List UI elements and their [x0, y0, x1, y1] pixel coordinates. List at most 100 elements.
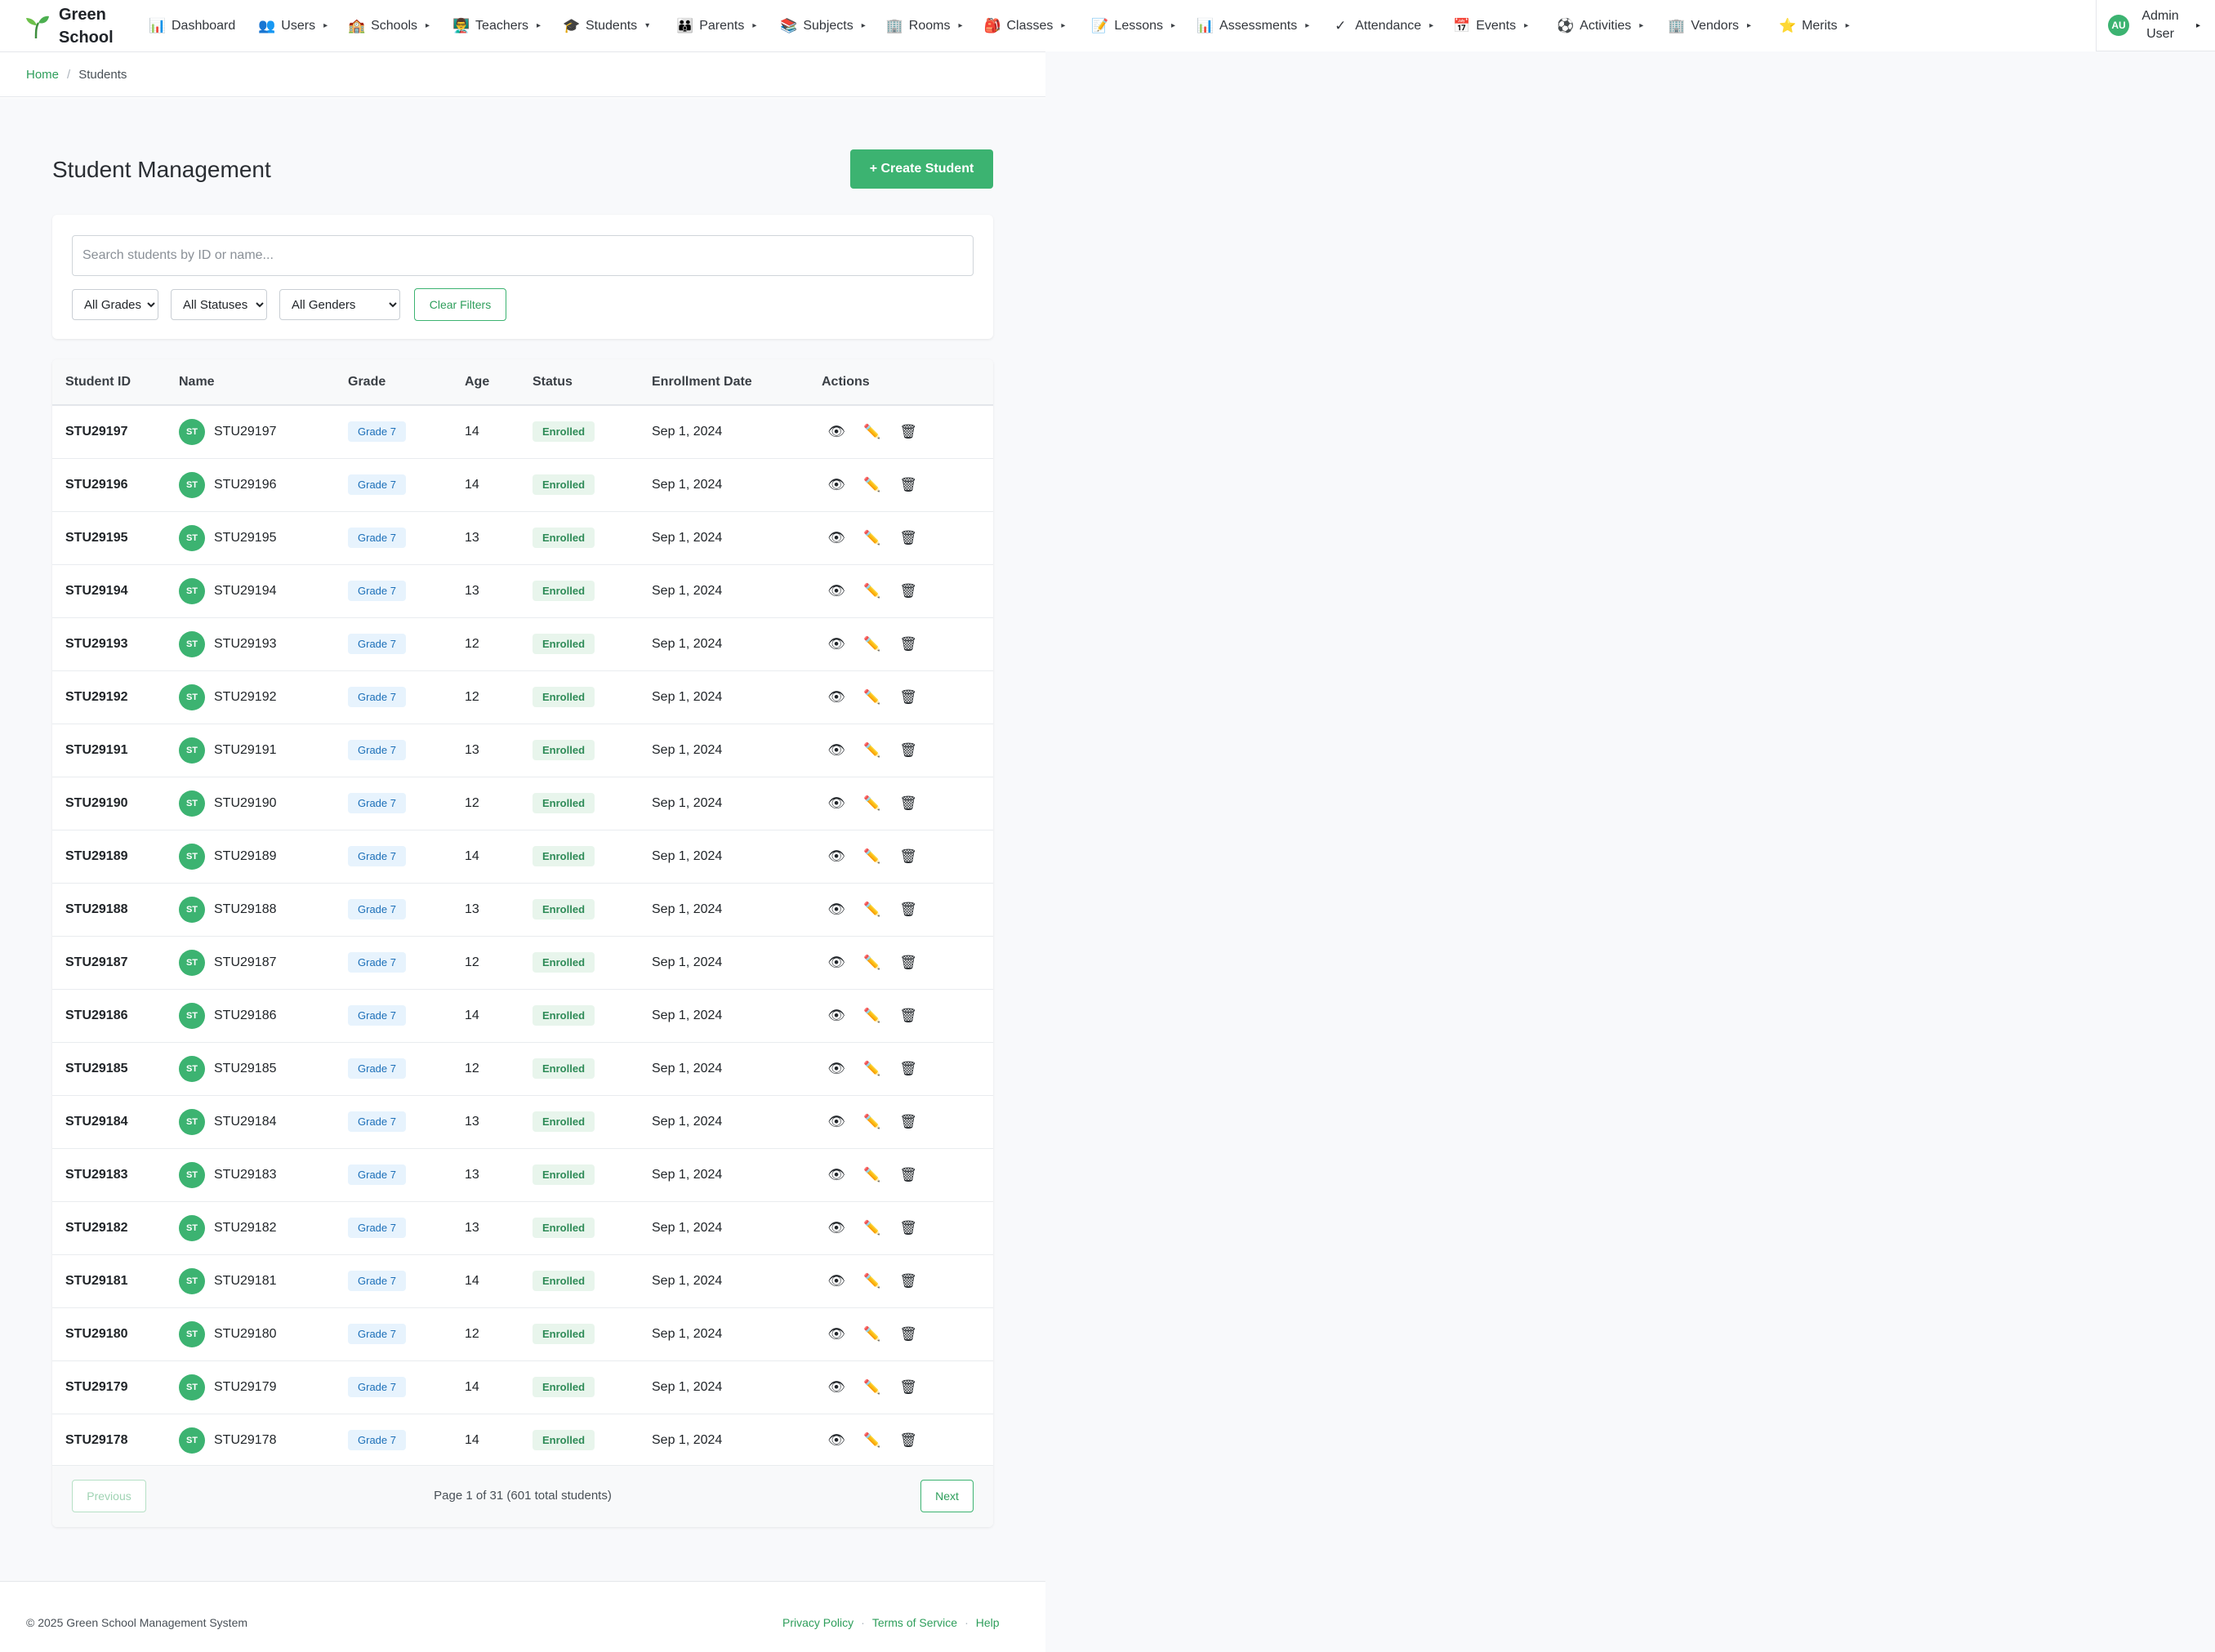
view-eye-icon[interactable]: 👁 [827, 581, 846, 601]
table-row[interactable]: STU29181 ST STU29181 Grade 7 14 Enrolled Sep 1… [52, 1254, 993, 1308]
delete-trash-icon[interactable]: 🗑 [898, 635, 918, 654]
delete-trash-icon[interactable]: 🗑 [898, 953, 918, 973]
view-eye-icon[interactable]: 👁 [827, 1218, 846, 1238]
table-row[interactable]: STU29178 ST STU29178 Grade 7 14 Enrolled Sep 1… [52, 1414, 993, 1467]
delete-trash-icon[interactable]: 🗑 [898, 741, 918, 760]
view-eye-icon[interactable]: 👁 [827, 794, 846, 813]
next-page-button[interactable]: Next [920, 1480, 974, 1512]
delete-trash-icon[interactable]: 🗑 [898, 1006, 918, 1026]
edit-pencil-icon[interactable]: ✏️ [862, 1059, 882, 1079]
nav-item-events[interactable]: 📅 Events ▸ [1453, 0, 1528, 51]
delete-trash-icon[interactable]: 🗑 [898, 1378, 918, 1397]
table-row[interactable]: STU29184 ST STU29184 Grade 7 13 Enrolled Sep 1… [52, 1095, 993, 1149]
edit-pencil-icon[interactable]: ✏️ [862, 475, 882, 495]
view-eye-icon[interactable]: 👁 [827, 1325, 846, 1344]
delete-trash-icon[interactable]: 🗑 [898, 688, 918, 707]
nav-item-dashboard[interactable]: 📊 Dashboard [149, 0, 235, 51]
nav-item-subjects[interactable]: 📚 Subjects ▸ [780, 0, 865, 51]
terms-of-service-link[interactable]: Terms of Service [872, 1616, 957, 1629]
view-eye-icon[interactable]: 👁 [827, 847, 846, 866]
view-eye-icon[interactable]: 👁 [827, 1006, 846, 1026]
edit-pencil-icon[interactable]: ✏️ [862, 1165, 882, 1185]
edit-pencil-icon[interactable]: ✏️ [862, 528, 882, 548]
nav-item-teachers[interactable]: 👨‍🏫 Teachers ▸ [452, 0, 541, 51]
nav-item-activities[interactable]: ⚽ Activities ▸ [1557, 0, 1643, 51]
nav-item-schools[interactable]: 🏫 Schools ▸ [348, 0, 430, 51]
nav-item-students[interactable]: 🎓 Students ▾ [563, 0, 649, 51]
gender-filter-select[interactable]: All Genders [279, 289, 400, 320]
view-eye-icon[interactable]: 👁 [827, 1112, 846, 1132]
delete-trash-icon[interactable]: 🗑 [898, 475, 918, 495]
nav-item-rooms[interactable]: 🏢 Rooms ▸ [886, 0, 963, 51]
view-eye-icon[interactable]: 👁 [827, 900, 846, 920]
delete-trash-icon[interactable]: 🗑 [898, 847, 918, 866]
view-eye-icon[interactable]: 👁 [827, 422, 846, 442]
delete-trash-icon[interactable]: 🗑 [898, 581, 918, 601]
edit-pencil-icon[interactable]: ✏️ [862, 794, 882, 813]
delete-trash-icon[interactable]: 🗑 [898, 900, 918, 920]
create-student-button[interactable]: + Create Student [850, 149, 993, 189]
table-row[interactable]: STU29185 ST STU29185 Grade 7 12 Enrolled Sep 1… [52, 1042, 993, 1096]
table-row[interactable]: STU29186 ST STU29186 Grade 7 14 Enrolled Sep 1… [52, 989, 993, 1043]
edit-pencil-icon[interactable]: ✏️ [862, 1431, 882, 1450]
edit-pencil-icon[interactable]: ✏️ [862, 635, 882, 654]
clear-filters-button[interactable]: Clear Filters [414, 288, 506, 321]
view-eye-icon[interactable]: 👁 [827, 1431, 846, 1450]
delete-trash-icon[interactable]: 🗑 [898, 1431, 918, 1450]
edit-pencil-icon[interactable]: ✏️ [862, 581, 882, 601]
brand-logo[interactable]: Green School [23, 3, 145, 49]
nav-item-parents[interactable]: 👪 Parents ▸ [676, 0, 756, 51]
help-link[interactable]: Help [976, 1616, 1000, 1629]
table-row[interactable]: STU29182 ST STU29182 Grade 7 13 Enrolled Sep 1… [52, 1201, 993, 1255]
table-row[interactable]: STU29190 ST STU29190 Grade 7 12 Enrolled Sep 1… [52, 777, 993, 830]
view-eye-icon[interactable]: 👁 [827, 528, 846, 548]
view-eye-icon[interactable]: 👁 [827, 688, 846, 707]
delete-trash-icon[interactable]: 🗑 [898, 1165, 918, 1185]
delete-trash-icon[interactable]: 🗑 [898, 1059, 918, 1079]
delete-trash-icon[interactable]: 🗑 [898, 1218, 918, 1238]
edit-pencil-icon[interactable]: ✏️ [862, 741, 882, 760]
delete-trash-icon[interactable]: 🗑 [898, 794, 918, 813]
delete-trash-icon[interactable]: 🗑 [898, 1112, 918, 1132]
edit-pencil-icon[interactable]: ✏️ [862, 847, 882, 866]
view-eye-icon[interactable]: 👁 [827, 1271, 846, 1291]
edit-pencil-icon[interactable]: ✏️ [862, 1218, 882, 1238]
nav-item-classes[interactable]: 🎒 Classes ▸ [983, 0, 1065, 51]
table-row[interactable]: STU29191 ST STU29191 Grade 7 13 Enrolled Sep 1… [52, 724, 993, 777]
nav-item-assessments[interactable]: 📊 Assessments ▸ [1197, 0, 1309, 51]
nav-item-merits[interactable]: ⭐ Merits ▸ [1779, 0, 1850, 51]
privacy-policy-link[interactable]: Privacy Policy [782, 1616, 853, 1629]
table-row[interactable]: STU29192 ST STU29192 Grade 7 12 Enrolled Sep 1… [52, 670, 993, 724]
view-eye-icon[interactable]: 👁 [827, 1378, 846, 1397]
table-row[interactable]: STU29180 ST STU29180 Grade 7 12 Enrolled Sep 1… [52, 1307, 993, 1361]
edit-pencil-icon[interactable]: ✏️ [862, 1325, 882, 1344]
edit-pencil-icon[interactable]: ✏️ [862, 1112, 882, 1132]
nav-item-vendors[interactable]: 🏢 Vendors ▸ [1668, 0, 1751, 51]
table-row[interactable]: STU29189 ST STU29189 Grade 7 14 Enrolled Sep 1… [52, 830, 993, 884]
view-eye-icon[interactable]: 👁 [827, 635, 846, 654]
view-eye-icon[interactable]: 👁 [827, 953, 846, 973]
delete-trash-icon[interactable]: 🗑 [898, 1271, 918, 1291]
edit-pencil-icon[interactable]: ✏️ [862, 900, 882, 920]
table-row[interactable]: STU29183 ST STU29183 Grade 7 13 Enrolled Sep 1… [52, 1148, 993, 1202]
edit-pencil-icon[interactable]: ✏️ [862, 1271, 882, 1291]
status-filter-select[interactable]: All Statuses [171, 289, 267, 320]
table-row[interactable]: STU29196 ST STU29196 Grade 7 14 Enrolled Sep 1… [52, 458, 993, 512]
edit-pencil-icon[interactable]: ✏️ [862, 1006, 882, 1026]
delete-trash-icon[interactable]: 🗑 [898, 1325, 918, 1344]
nav-item-lessons[interactable]: 📝 Lessons ▸ [1091, 0, 1175, 51]
table-row[interactable]: STU29193 ST STU29193 Grade 7 12 Enrolled Sep 1… [52, 617, 993, 671]
view-eye-icon[interactable]: 👁 [827, 1165, 846, 1185]
user-menu[interactable]: AU Admin User ▸ [2096, 0, 2215, 51]
view-eye-icon[interactable]: 👁 [827, 475, 846, 495]
nav-item-users[interactable]: 👥 Users ▸ [258, 0, 328, 51]
delete-trash-icon[interactable]: 🗑 [898, 422, 918, 442]
edit-pencil-icon[interactable]: ✏️ [862, 1378, 882, 1397]
view-eye-icon[interactable]: 👁 [827, 741, 846, 760]
table-row[interactable]: STU29188 ST STU29188 Grade 7 13 Enrolled Sep 1… [52, 883, 993, 937]
table-row[interactable]: STU29179 ST STU29179 Grade 7 14 Enrolled Sep 1… [52, 1360, 993, 1414]
table-row[interactable]: STU29194 ST STU29194 Grade 7 13 Enrolled Sep 1… [52, 564, 993, 618]
edit-pencil-icon[interactable]: ✏️ [862, 953, 882, 973]
breadcrumb-home-link[interactable]: Home [26, 68, 59, 82]
table-row[interactable]: STU29197 ST STU29197 Grade 7 14 Enrolled Sep 1… [52, 405, 993, 459]
